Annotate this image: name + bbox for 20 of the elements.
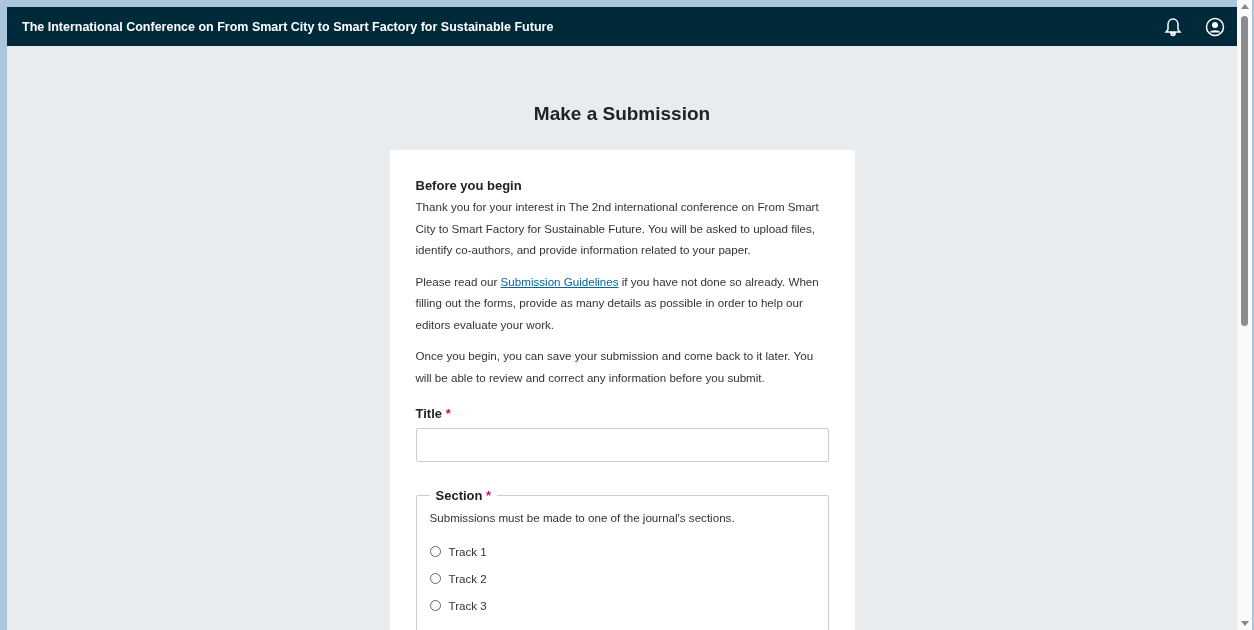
save-info-paragraph: Once you begin, you can save your submission and come back to it later. You will be able to review and correct any information before you submit. bbox=[415, 348, 815, 386]
scrollbar[interactable] bbox=[1237, 0, 1252, 630]
radio-option[interactable]: Track 1 bbox=[429, 538, 815, 565]
page-title: Make a Submission bbox=[533, 103, 711, 125]
field-label: Title * bbox=[415, 406, 452, 421]
site-title: The International Conference on From Smart City to Smart Factory for Sustainable Future bbox=[22, 19, 555, 34]
section-description: Submissions must be made to one of the journal's sections. bbox=[429, 511, 736, 524]
scrollbar-thumb[interactable] bbox=[1241, 16, 1248, 326]
bell-icon[interactable] bbox=[1163, 16, 1183, 37]
fieldset-legend: Section * bbox=[429, 488, 498, 503]
scroll-down-icon[interactable] bbox=[1240, 621, 1249, 626]
radio-option[interactable]: Track 3 bbox=[429, 592, 815, 619]
guidelines-paragraph: Please read our Submission Guidelines if you have not done so already. When filling out the forms, provide as many details as possible in order to help our editors evaluate your work. bbox=[415, 273, 820, 333]
intro-paragraph: Thank you for your interest in The 2nd international conference on From Smart City to Smart Factory for Sustainable Future. You will be asked to upload files, identify co-authors, and provide information related to your paper. bbox=[415, 199, 820, 258]
guidelines-link[interactable]: Submission Guidelines bbox=[500, 274, 619, 288]
section-heading: Before you begin bbox=[415, 178, 523, 193]
scroll-up-icon[interactable] bbox=[1240, 4, 1249, 9]
user-avatar-icon[interactable] bbox=[1205, 16, 1225, 37]
radio-option[interactable]: Track 2 bbox=[429, 565, 815, 592]
title-input-field[interactable] bbox=[415, 428, 829, 462]
